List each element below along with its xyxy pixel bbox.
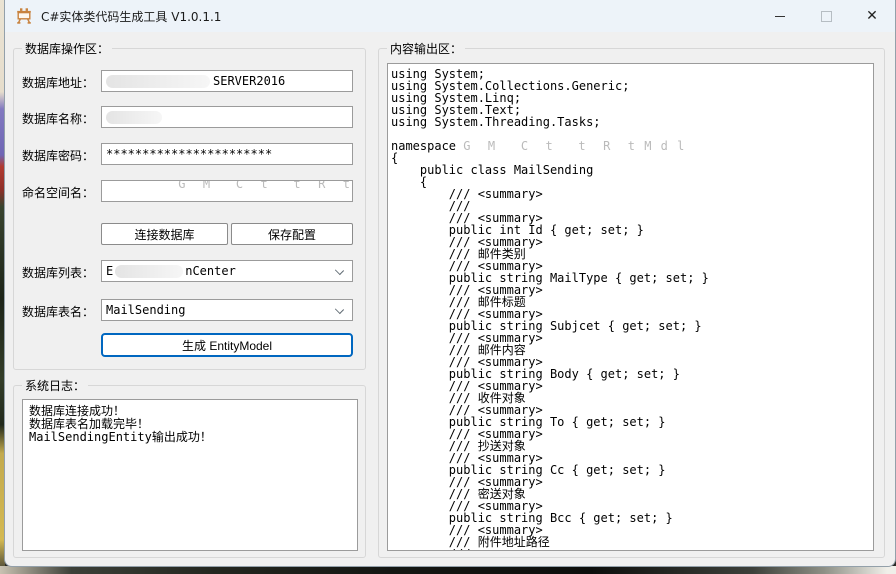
table-name-dropdown[interactable]: MailSending bbox=[101, 299, 353, 321]
redacted-code-segment: G M C t t R t M d l bbox=[463, 140, 685, 152]
redaction-smudge bbox=[106, 75, 210, 88]
screen: C#实体类代码生成工具 V1.0.1.1 ✕ 数据库操作区： 数据库地址： SE… bbox=[0, 0, 896, 574]
content-output-group: 内容输出区： using System;using System.Collect… bbox=[378, 48, 885, 558]
generated-code-textarea[interactable]: using System;using System.Collections.Ge… bbox=[387, 63, 874, 551]
redacted-namespace-value: G M C t t R t M d l bbox=[106, 180, 353, 202]
redaction-smudge bbox=[115, 265, 183, 278]
db-name-input[interactable] bbox=[101, 106, 353, 128]
minimize-icon bbox=[775, 16, 785, 17]
db-password-masked-value: *********************** bbox=[106, 147, 272, 161]
system-log-group: 系统日志： 数据库连接成功！数据库表名加载完毕！MailSendingEntit… bbox=[13, 385, 366, 558]
code-text: namespace bbox=[391, 139, 463, 153]
db-address-input[interactable]: SERVER2016 bbox=[101, 70, 353, 92]
system-log-group-title: 系统日志： bbox=[22, 377, 88, 394]
db-list-visible-head: E bbox=[106, 264, 113, 278]
system-log-textarea[interactable]: 数据库连接成功！数据库表名加载完毕！MailSendingEntity输出成功！ bbox=[22, 399, 358, 551]
desktop-edge-bottom bbox=[0, 566, 896, 574]
redaction-smudge bbox=[106, 111, 162, 124]
code-line: namespace G M C t t R t M d l bbox=[391, 140, 873, 152]
table-name-label: 数据库表名： bbox=[22, 303, 94, 320]
close-button[interactable]: ✕ bbox=[849, 0, 895, 32]
db-address-visible-text: SERVER2016 bbox=[213, 74, 285, 88]
generate-entitymodel-button[interactable]: 生成 EntityModel bbox=[101, 333, 353, 357]
table-name-value: MailSending bbox=[106, 303, 185, 317]
chevron-down-icon bbox=[335, 305, 344, 314]
redaction-smudge bbox=[460, 139, 688, 152]
app-window: C#实体类代码生成工具 V1.0.1.1 ✕ 数据库操作区： 数据库地址： SE… bbox=[4, 0, 896, 567]
code-line: /// <summary> bbox=[391, 548, 873, 551]
namespace-label: 命名空间名： bbox=[22, 184, 94, 201]
db-list-label: 数据库列表： bbox=[22, 264, 94, 281]
db-operations-group: 数据库操作区： 数据库地址： SERVER2016 数据库名称： 数据库密码： … bbox=[13, 48, 366, 370]
db-address-label: 数据库地址： bbox=[22, 74, 94, 91]
db-name-label: 数据库名称： bbox=[22, 110, 94, 127]
redaction-smudge bbox=[103, 180, 353, 202]
db-list-dropdown[interactable]: EnCenter bbox=[101, 260, 353, 282]
log-line: MailSendingEntity输出成功！ bbox=[29, 431, 351, 444]
connect-db-button[interactable]: 连接数据库 bbox=[101, 223, 228, 245]
db-list-visible-tail: nCenter bbox=[185, 264, 236, 278]
save-config-button[interactable]: 保存配置 bbox=[231, 223, 353, 245]
db-operations-group-title: 数据库操作区： bbox=[22, 40, 112, 57]
app-easel-icon bbox=[15, 7, 33, 25]
maximize-button[interactable] bbox=[803, 0, 849, 32]
content-output-group-title: 内容输出区： bbox=[387, 40, 465, 57]
window-title: C#实体类代码生成工具 V1.0.1.1 bbox=[41, 8, 221, 25]
chevron-down-icon bbox=[335, 266, 344, 275]
db-password-label: 数据库密码： bbox=[22, 147, 94, 164]
namespace-input[interactable]: G M C t t R t M d l bbox=[101, 180, 353, 202]
minimize-button[interactable] bbox=[757, 0, 803, 32]
titlebar: C#实体类代码生成工具 V1.0.1.1 ✕ bbox=[5, 0, 895, 32]
code-line: public class MailSending bbox=[391, 164, 873, 176]
db-password-input[interactable]: *********************** bbox=[101, 143, 353, 165]
maximize-icon bbox=[821, 11, 832, 22]
code-line: using System.Threading.Tasks; bbox=[391, 116, 873, 128]
close-icon: ✕ bbox=[866, 9, 878, 23]
